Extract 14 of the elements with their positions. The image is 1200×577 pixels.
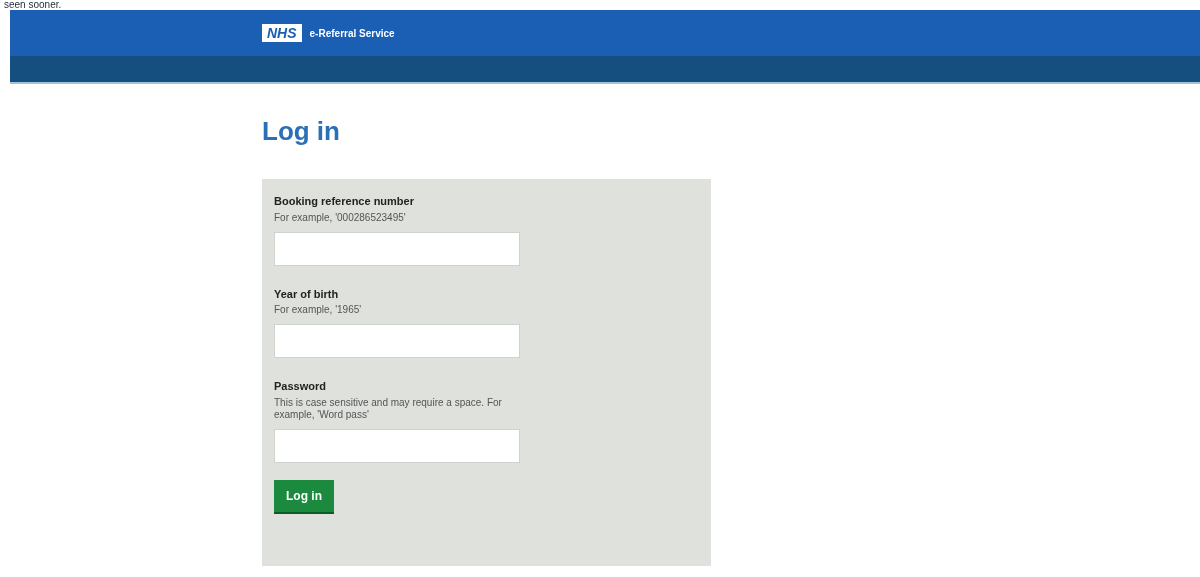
- input-field[interactable]: [274, 428, 520, 463]
- log-in-button[interactable]: Log in: [274, 479, 334, 514]
- page-title: Log in: [262, 115, 340, 148]
- input-field[interactable]: [274, 324, 520, 358]
- cut-off-text: seen sooner.: [4, 0, 62, 10]
- field-hint: For example, '000286523495': [274, 211, 407, 224]
- nhs-logo: NHS: [262, 24, 302, 42]
- input-field[interactable]: [274, 231, 520, 266]
- field-label: Year of birth: [274, 286, 339, 302]
- service-name: e-Referral Service: [309, 26, 395, 41]
- field-hint: For example, '1965': [274, 304, 363, 316]
- field-label: Booking reference number: [274, 194, 414, 209]
- field-label: Password: [274, 379, 326, 394]
- field-hint: This is case sensitive and may require a space. For example, 'Word pass': [274, 396, 503, 421]
